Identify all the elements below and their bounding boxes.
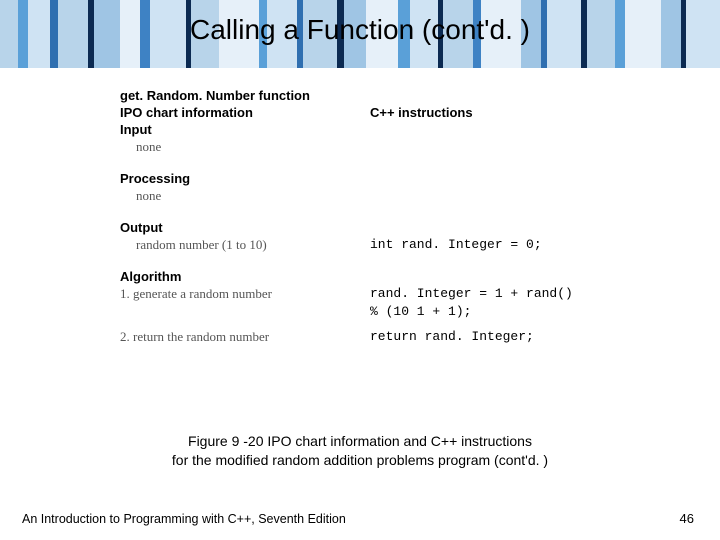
algorithm-step-1: 1. generate a random number <box>120 286 370 302</box>
cpp-instructions-heading: C++ instructions <box>370 105 660 120</box>
output-value: random number (1 to 10) <box>120 237 370 253</box>
input-label: Input <box>120 122 370 137</box>
page-number: 46 <box>680 511 694 526</box>
ipo-chart: get. Random. Number function IPO chart i… <box>120 88 660 347</box>
figure-caption: Figure 9 -20 IPO chart information and C… <box>0 432 720 470</box>
algorithm-step-1-code-line-2: % (10 1 + 1); <box>370 304 660 319</box>
algorithm-label: Algorithm <box>120 269 370 284</box>
ipo-info-heading: IPO chart information <box>120 105 370 120</box>
footer-book-title: An Introduction to Programming with C++,… <box>22 512 346 526</box>
algorithm-step-1-code-line-1: rand. Integer = 1 + rand() <box>370 286 660 301</box>
caption-line-2: for the modified random addition problem… <box>172 452 548 468</box>
algorithm-step-2: 2. return the random number <box>120 329 370 345</box>
function-name-heading: get. Random. Number function <box>120 88 370 103</box>
algorithm-step-2-code: return rand. Integer; <box>370 329 660 344</box>
output-label: Output <box>120 220 370 235</box>
slide-title: Calling a Function (cont'd. ) <box>0 14 720 46</box>
caption-line-1: Figure 9 -20 IPO chart information and C… <box>188 433 532 449</box>
output-code: int rand. Integer = 0; <box>370 237 660 252</box>
processing-value: none <box>120 188 370 204</box>
input-value: none <box>120 139 370 155</box>
processing-label: Processing <box>120 171 370 186</box>
